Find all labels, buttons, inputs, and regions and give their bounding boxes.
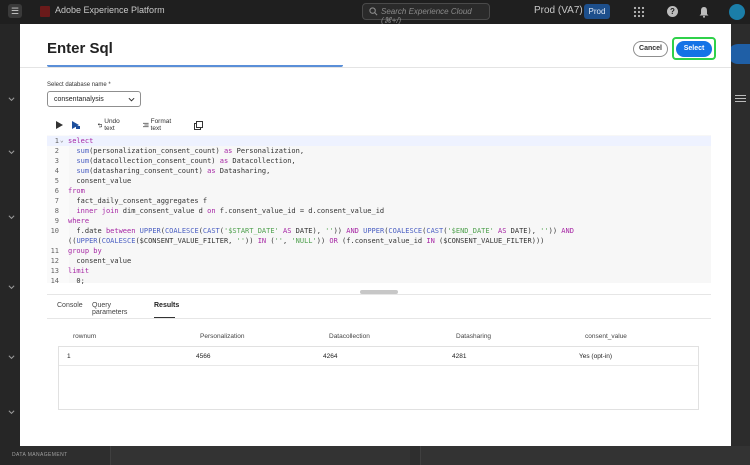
bell-icon[interactable]: [698, 6, 710, 18]
line-number: 8: [54, 207, 59, 215]
column-header: Datacollection: [329, 333, 370, 340]
line-number: 13: [50, 267, 59, 275]
play-icon: [56, 121, 63, 129]
run-selected-button[interactable]: [71, 119, 81, 131]
tab-query-parameters[interactable]: Query parameters: [92, 302, 127, 316]
apps-grid-icon[interactable]: [633, 6, 645, 18]
database-select-value: consentanalysis: [54, 96, 104, 103]
copy-icon: [194, 120, 203, 130]
run-button[interactable]: [55, 119, 64, 131]
required-mark: *: [108, 82, 111, 88]
background-action-button: [728, 44, 750, 64]
select-button[interactable]: Select: [676, 41, 712, 57]
tab-results[interactable]: Results: [154, 302, 179, 309]
code-line: 5 consent_value: [47, 176, 711, 186]
chevron-down-icon: [128, 97, 135, 102]
line-number: 11: [50, 247, 59, 255]
sandbox-switcher[interactable]: Prod (VA7): [534, 5, 583, 16]
column-header: consent_value: [585, 333, 627, 340]
cancel-button[interactable]: Cancel: [633, 41, 668, 57]
undo-text-label: Undo text: [104, 118, 120, 132]
tab-console[interactable]: Console: [57, 302, 83, 309]
results-body: 1 4566 4264 4281 Yes (opt-in): [58, 346, 699, 410]
line-number: 2: [54, 147, 59, 155]
menu-icon[interactable]: ☰: [8, 4, 22, 18]
code-line: 6 from: [47, 186, 711, 196]
code-line: 10 f.date between UPPER(COALESCE(CAST('$…: [47, 226, 711, 236]
avatar[interactable]: [729, 4, 745, 20]
chevron-down-icon[interactable]: [8, 354, 15, 361]
format-text-button[interactable]: Format text: [143, 118, 174, 132]
column-header: rownum: [73, 333, 97, 340]
code-line: 4 sum(datasharing_consent_count) as Data…: [47, 166, 711, 176]
run-selection-icon: [72, 121, 80, 129]
line-number: 1: [54, 137, 59, 145]
top-bar: ☰ Adobe Experience Platform Search Exper…: [0, 0, 750, 25]
nav-section-data-management: DATA MANAGEMENT: [12, 452, 68, 458]
line-number: 6: [54, 187, 59, 195]
chevron-down-icon[interactable]: [8, 284, 15, 291]
divider: [20, 67, 731, 68]
enter-sql-dialog: Enter Sql Cancel Select Select database …: [20, 24, 731, 446]
copy-button[interactable]: [194, 119, 203, 131]
format-icon: [143, 122, 149, 128]
left-rail: [0, 24, 20, 465]
chevron-down-icon[interactable]: [8, 149, 15, 156]
code-line: 1 ⌄ select: [47, 136, 711, 146]
prod-badge: Prod: [584, 4, 610, 19]
format-text-label: Format text: [150, 118, 172, 132]
adobe-logo: [40, 6, 50, 17]
search-placeholder: Search Experience Cloud (⌘+/): [381, 7, 472, 25]
table-cell: 4264: [323, 353, 338, 360]
divider: [47, 318, 711, 319]
line-number: 4: [54, 167, 59, 175]
search-icon: [369, 7, 378, 16]
database-select[interactable]: consentanalysis: [47, 91, 141, 107]
table-cell: 4281: [452, 353, 467, 360]
help-icon[interactable]: ?: [667, 6, 678, 17]
background-panels: [20, 446, 750, 465]
code-line: 2 sum(personalization_consent_count) as …: [47, 146, 711, 156]
code-line: ((UPPER(COALESCE($CONSENT_VALUE_FILTER, …: [68, 237, 545, 245]
line-number: 10: [50, 227, 59, 235]
code-line: 8 inner join dim_consent_value d on f.co…: [47, 206, 711, 216]
line-number: 7: [54, 197, 59, 205]
code-line: 13 limit: [47, 266, 711, 276]
chevron-down-icon[interactable]: [8, 214, 15, 221]
line-number: 3: [54, 157, 59, 165]
line-number: 12: [50, 257, 59, 265]
db-name-label-text: Select database name: [47, 82, 107, 88]
code-line: 3 sum(datacollection_consent_count) as D…: [47, 156, 711, 166]
table-cell: 4566: [196, 353, 211, 360]
sql-editor[interactable]: 1 ⌄ select 2 sum(personalization_consent_c…: [47, 135, 711, 286]
table-cell: Yes (opt-in): [579, 353, 612, 360]
divider: [47, 294, 711, 295]
table-cell: 1: [67, 353, 71, 360]
code-line: 11 group by: [47, 246, 711, 256]
dialog-title: Enter Sql: [47, 40, 113, 57]
line-number: 14: [50, 277, 59, 285]
undo-text-button[interactable]: Undo text: [97, 118, 123, 132]
code-line: 14 0;: [47, 276, 711, 286]
chevron-down-icon[interactable]: [8, 96, 15, 103]
filter-icon: [735, 95, 746, 102]
code-line: 12 consent_value: [47, 256, 711, 266]
line-number: 9: [54, 217, 59, 225]
column-header: Personalization: [200, 333, 245, 340]
chevron-down-icon[interactable]: [8, 409, 15, 416]
fold-chevron-icon[interactable]: ⌄: [60, 136, 64, 146]
table-row: 1 4566 4264 4281 Yes (opt-in): [59, 347, 698, 366]
app-title: Adobe Experience Platform: [55, 5, 165, 15]
db-name-label: Select database name *: [47, 82, 111, 88]
line-number: 5: [54, 177, 59, 185]
undo-icon: [97, 123, 103, 128]
code-line: 7 fact_daily_consent_aggregates f: [47, 196, 711, 206]
column-header: Datasharing: [456, 333, 492, 340]
code-line: 9 where: [47, 216, 711, 226]
search-input[interactable]: Search Experience Cloud (⌘+/): [362, 3, 490, 25]
